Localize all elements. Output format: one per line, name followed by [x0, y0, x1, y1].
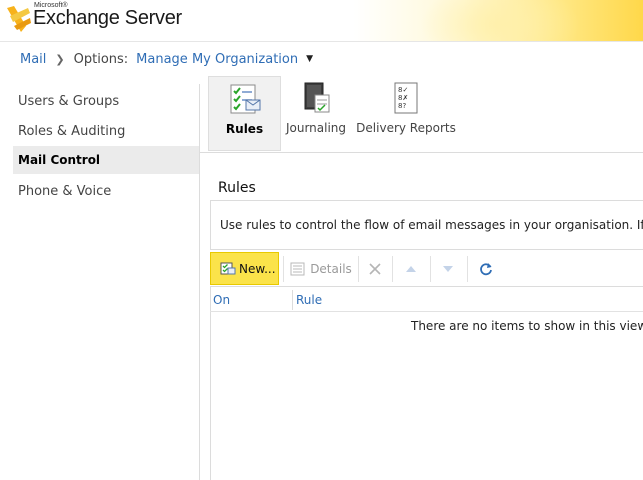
- toolbar-separator: [392, 256, 393, 282]
- tab-delivery-reports[interactable]: 8✓ 8✗ 8? Delivery Reports: [356, 76, 456, 151]
- rules-icon: [230, 84, 260, 114]
- svg-text:8?: 8?: [398, 102, 406, 110]
- column-divider: [292, 290, 293, 310]
- tab-rules[interactable]: Rules: [208, 76, 281, 151]
- delete-icon: [369, 262, 381, 275]
- move-down-button[interactable]: [435, 252, 461, 285]
- nav-item-phone-voice[interactable]: Phone & Voice: [13, 177, 199, 205]
- chevron-right-icon: ❯: [55, 52, 65, 66]
- tab-journaling[interactable]: Journaling: [284, 76, 348, 151]
- app-header: Microsoft® Exchange Server: [0, 0, 643, 42]
- details-button-label: Details: [310, 261, 352, 276]
- svg-text:8✓: 8✓: [398, 86, 408, 94]
- brand-exchange-server: Exchange Server: [33, 7, 182, 29]
- nav-item-users-groups[interactable]: Users & Groups: [13, 87, 199, 115]
- refresh-button[interactable]: [473, 252, 499, 285]
- column-header-on[interactable]: On: [213, 293, 230, 307]
- toolbar-separator: [358, 256, 359, 282]
- breadcrumb-current-dropdown[interactable]: Manage My Organization: [136, 52, 298, 67]
- toolbar-separator: [467, 256, 468, 282]
- tabs-divider: [200, 152, 643, 153]
- new-button-label: New...: [239, 261, 276, 276]
- journaling-icon: [304, 82, 330, 113]
- header-glow: [420, 0, 580, 41]
- delete-button[interactable]: [362, 252, 388, 285]
- breadcrumb-mail-link[interactable]: Mail: [20, 52, 46, 67]
- page-description: Use rules to control the flow of email m…: [220, 218, 643, 232]
- breadcrumb: Mail ❯ Options: Manage My Organization ▼: [20, 50, 313, 68]
- toolbar-separator: [283, 256, 284, 282]
- action-toolbar: New... Details: [210, 249, 643, 287]
- content-panel: [210, 200, 643, 480]
- details-button[interactable]: Details: [288, 252, 354, 285]
- column-header-rule[interactable]: Rule: [296, 293, 322, 307]
- toolbar-separator: [430, 256, 431, 282]
- grid-header: On Rule: [210, 288, 643, 312]
- tab-rules-label: Rules: [225, 122, 264, 136]
- page-title: Rules: [218, 180, 256, 196]
- details-icon: [290, 262, 305, 275]
- new-button[interactable]: New...: [210, 252, 279, 285]
- tab-journaling-label: Journaling: [285, 121, 347, 135]
- dropdown-arrow-icon[interactable]: ▼: [306, 54, 313, 64]
- svg-text:8✗: 8✗: [398, 94, 408, 102]
- delivery-reports-icon: 8✓ 8✗ 8?: [394, 82, 418, 114]
- empty-state-message: There are no items to show in this view.: [411, 319, 643, 333]
- nav-item-roles-auditing[interactable]: Roles & Auditing: [13, 117, 199, 145]
- move-up-button[interactable]: [398, 252, 424, 285]
- arrow-up-icon: [406, 265, 416, 272]
- breadcrumb-options-label: Options:: [73, 51, 129, 67]
- new-rule-icon: [220, 262, 236, 274]
- arrow-down-icon: [443, 265, 453, 272]
- exchange-logo-icon: [7, 6, 31, 32]
- nav-item-mail-control[interactable]: Mail Control: [13, 146, 199, 174]
- tab-delivery-reports-label: Delivery Reports: [356, 121, 456, 135]
- refresh-icon: [480, 262, 492, 275]
